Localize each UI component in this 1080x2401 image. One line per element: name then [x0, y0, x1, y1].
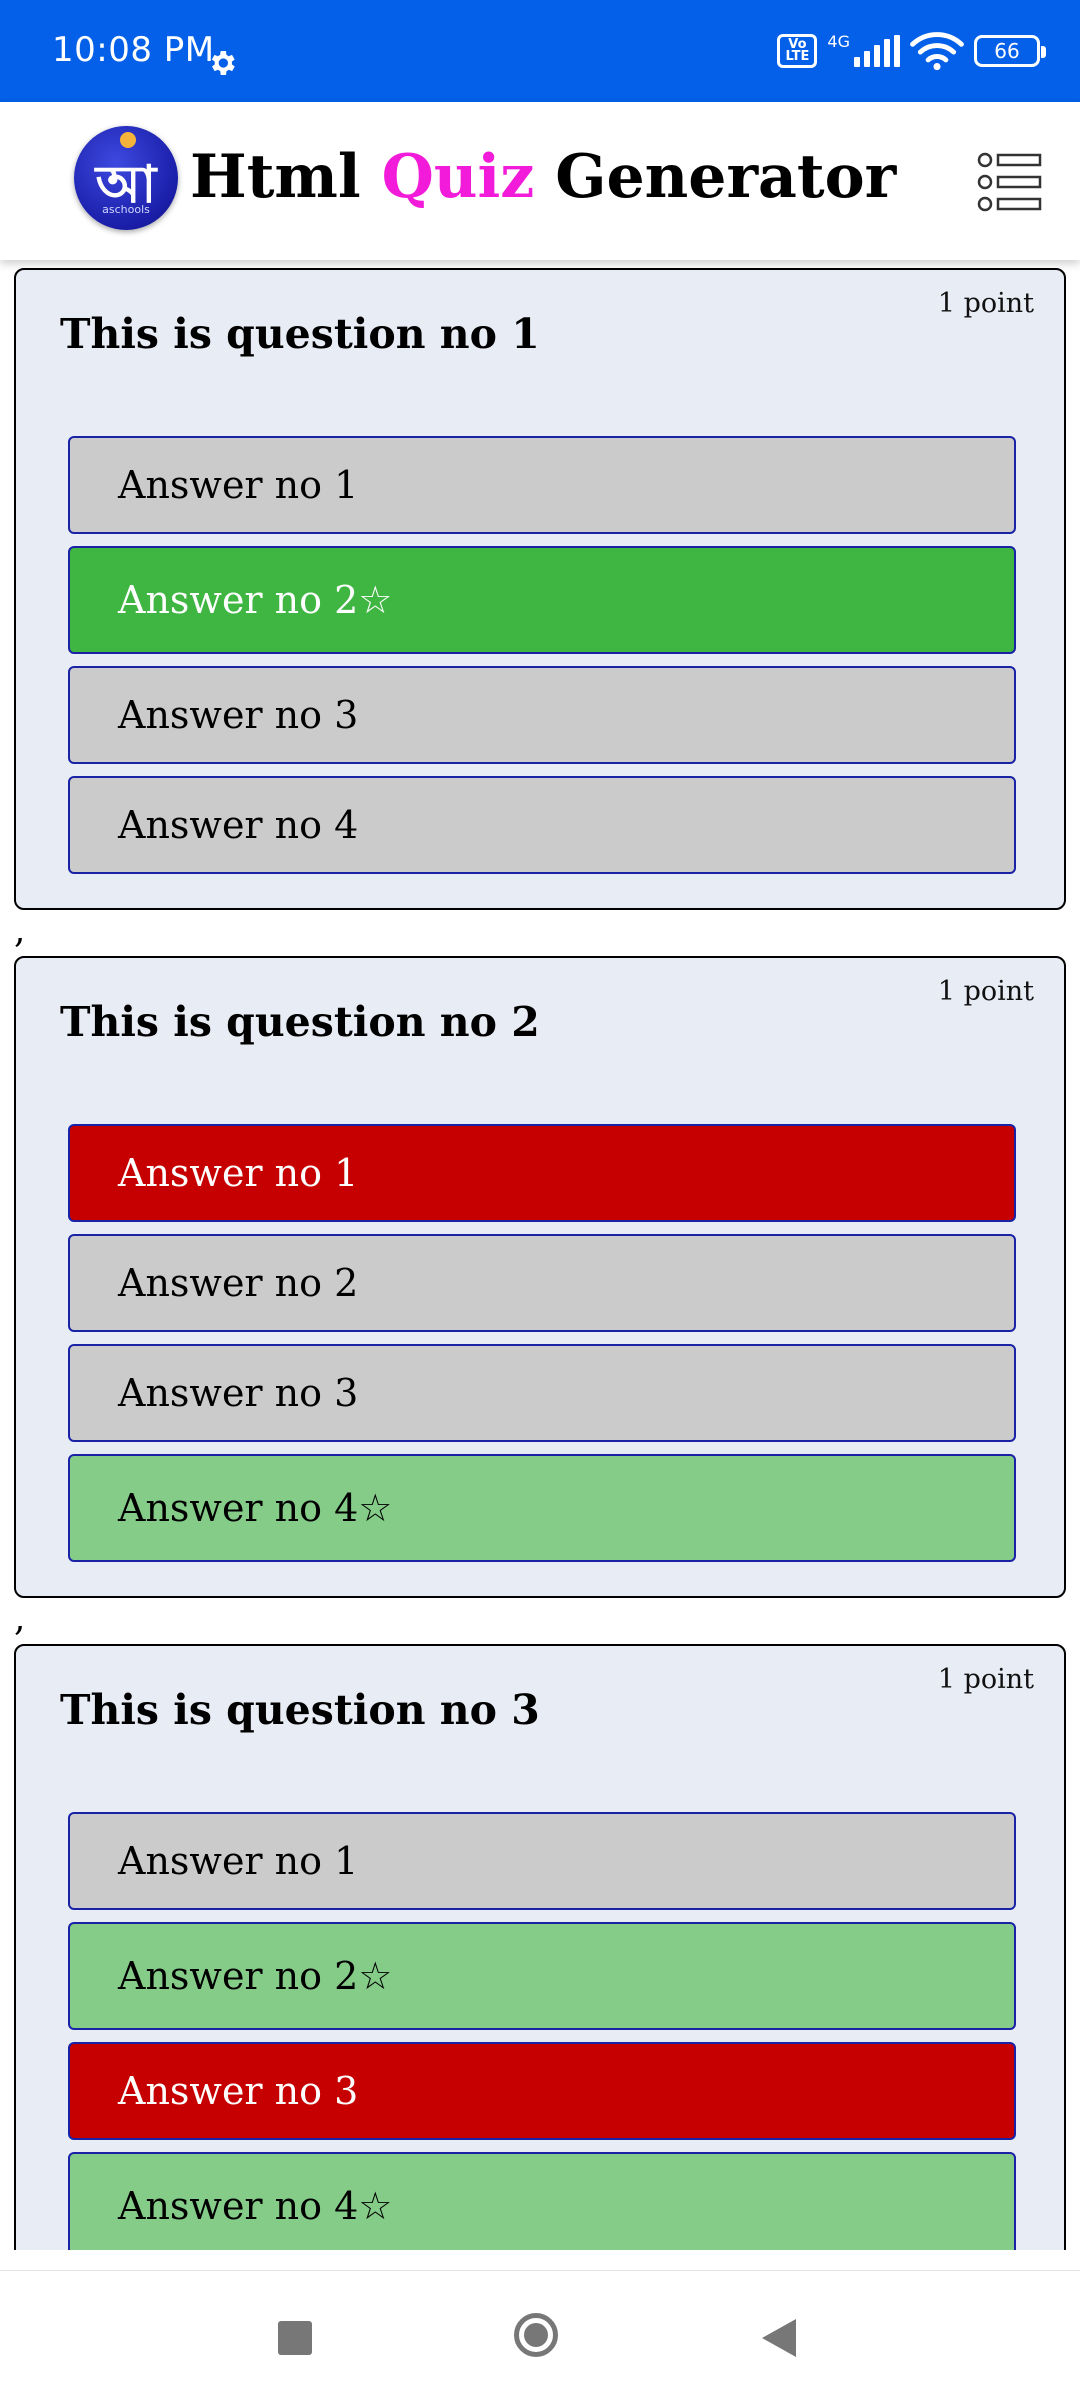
- answer-option[interactable]: Answer no 1: [68, 436, 1016, 534]
- app-header: আ aschools Html Quiz Generator: [0, 102, 1080, 260]
- separator-comma: ,: [14, 910, 26, 951]
- app-title: Html Quiz Generator: [190, 142, 896, 212]
- logo-subtext: aschools: [102, 203, 150, 216]
- answer-option[interactable]: Answer no 3: [68, 1344, 1016, 1442]
- battery-icon: 66: [974, 35, 1046, 67]
- volte-icon: Vo LTE: [777, 34, 818, 68]
- question-points: 1 point: [937, 1664, 1034, 1695]
- wifi-icon: [910, 32, 964, 71]
- title-part-html: Html: [190, 142, 361, 212]
- quiz-content[interactable]: 1 point This is question no 1 Answer no …: [0, 260, 1080, 2250]
- question-text: This is question no 1: [60, 310, 540, 358]
- network-type: 4G: [827, 31, 850, 51]
- system-nav-bar: [0, 2270, 1080, 2401]
- status-time: 10:08 PM: [52, 30, 215, 70]
- answer-option[interactable]: Answer no 1: [68, 1124, 1016, 1222]
- question-card: 1 point This is question no 1 Answer no …: [14, 268, 1066, 910]
- separator-comma: ,: [14, 1598, 26, 1639]
- answer-option[interactable]: Answer no 2☆: [68, 546, 1016, 654]
- answer-option[interactable]: Answer no 3: [68, 666, 1016, 764]
- answer-option[interactable]: Answer no 4: [68, 776, 1016, 874]
- answer-option[interactable]: Answer no 4☆: [68, 1454, 1016, 1562]
- question-points: 1 point: [937, 976, 1034, 1007]
- answer-option[interactable]: Answer no 2☆: [68, 1922, 1016, 2030]
- status-bar: 10:08 PM Vo LTE 4G 66: [0, 0, 1080, 102]
- home-circle-icon[interactable]: [514, 2313, 558, 2357]
- question-card: 1 point This is question no 3 Answer no …: [14, 1644, 1066, 2250]
- answer-option[interactable]: Answer no 2: [68, 1234, 1016, 1332]
- recents-square-icon[interactable]: [278, 2321, 312, 2355]
- title-part-generator: Generator: [555, 142, 897, 212]
- settings-gear-icon: [211, 51, 235, 75]
- answer-option[interactable]: Answer no 1: [68, 1812, 1016, 1910]
- logo-glyph: আ: [95, 155, 157, 215]
- answer-option[interactable]: Answer no 4☆: [68, 2152, 1016, 2250]
- title-part-quiz: Quiz: [381, 142, 535, 212]
- question-text: This is question no 3: [60, 1686, 540, 1734]
- back-triangle-icon[interactable]: [762, 2319, 796, 2357]
- question-card: 1 point This is question no 2 Answer no …: [14, 956, 1066, 1598]
- signal-strength-icon: [854, 35, 900, 67]
- menu-list-icon[interactable]: [976, 148, 1044, 216]
- app-logo[interactable]: আ aschools: [74, 126, 178, 230]
- status-icons: Vo LTE 4G 66: [777, 28, 1046, 74]
- answer-option[interactable]: Answer no 3: [68, 2042, 1016, 2140]
- question-text: This is question no 2: [60, 998, 540, 1046]
- question-points: 1 point: [937, 288, 1034, 319]
